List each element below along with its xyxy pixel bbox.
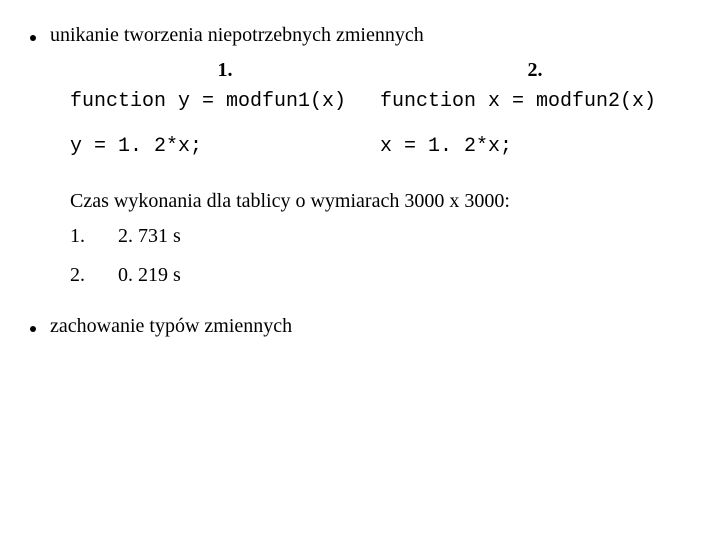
bullet-1: unikanie tworzenia niepotrzebnych zmienn… [30, 24, 690, 47]
column-2: 2. function x = modfun2(x) x = 1. 2*x; [380, 59, 690, 180]
bullet-dot [30, 35, 36, 41]
result-1-number: 1. [70, 225, 98, 248]
bullet-2-text: zachowanie typów zmiennych [50, 315, 292, 338]
result-row: 1. 2. 731 s [70, 225, 690, 248]
column-2-code-line1: function x = modfun2(x) [380, 90, 690, 113]
column-2-heading: 2. [380, 59, 690, 82]
result-1-time: 2. 731 s [118, 225, 181, 248]
column-1-code-line1: function y = modfun1(x) [70, 90, 380, 113]
timing-caption: Czas wykonania dla tablicy o wymiarach 3… [70, 190, 690, 213]
result-2-time: 0. 219 s [118, 264, 181, 287]
result-row: 2. 0. 219 s [70, 264, 690, 287]
column-2-code-line2: x = 1. 2*x; [380, 135, 690, 158]
result-2-number: 2. [70, 264, 98, 287]
timing-results: 1. 2. 731 s 2. 0. 219 s [70, 225, 690, 287]
column-1: 1. function y = modfun1(x) y = 1. 2*x; [70, 59, 380, 180]
column-1-heading: 1. [70, 59, 380, 82]
code-columns: 1. function y = modfun1(x) y = 1. 2*x; 2… [70, 59, 690, 180]
bullet-dot [30, 326, 36, 332]
bullet-2: zachowanie typów zmiennych [30, 315, 690, 338]
bullet-1-text: unikanie tworzenia niepotrzebnych zmienn… [50, 24, 424, 47]
column-1-code-line2: y = 1. 2*x; [70, 135, 380, 158]
